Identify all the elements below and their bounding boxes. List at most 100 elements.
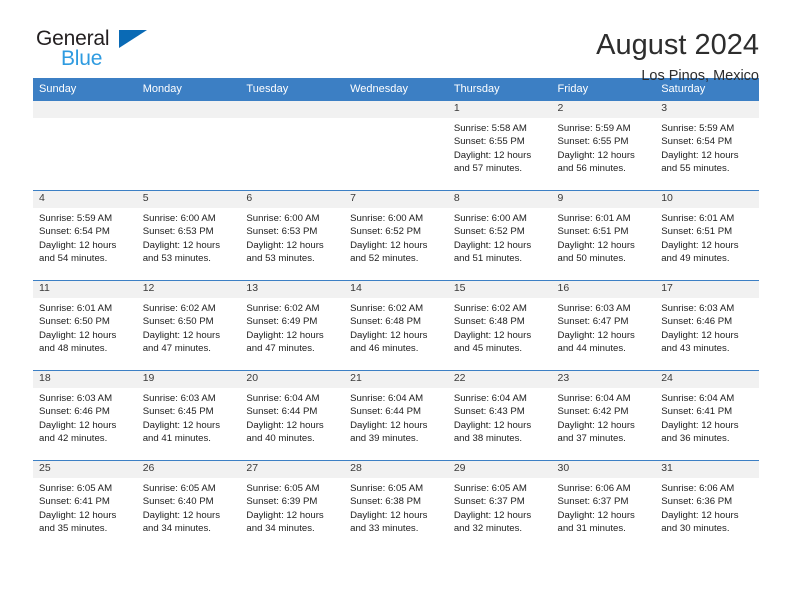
day-cell[interactable]: 10 Sunrise: 6:01 AM Sunset: 6:51 PM Dayl… (655, 190, 759, 281)
day-cell[interactable]: 25 Sunrise: 6:05 AM Sunset: 6:41 PM Dayl… (33, 460, 137, 550)
daylight-text-line1: Daylight: 12 hours (246, 509, 324, 521)
day-cell[interactable]: 6 Sunrise: 6:00 AM Sunset: 6:53 PM Dayli… (240, 190, 345, 281)
day-number: 10 (655, 191, 759, 208)
day-cell[interactable]: 14 Sunrise: 6:02 AM Sunset: 6:48 PM Dayl… (344, 280, 448, 371)
sunset-text: Sunset: 6:52 PM (350, 226, 422, 238)
general-blue-logo: General Blue (33, 28, 148, 76)
sunset-text: Sunset: 6:44 PM (246, 406, 318, 418)
daylight-text-line2: and 55 minutes. (661, 163, 730, 175)
daylight-text-line1: Daylight: 12 hours (557, 419, 635, 431)
daylight-text-line1: Daylight: 12 hours (557, 239, 635, 251)
daylight-text-line2: and 54 minutes. (39, 253, 108, 265)
day-details: Sunrise: 5:59 AM Sunset: 6:55 PM Dayligh… (552, 118, 656, 176)
day-cell[interactable]: 24 Sunrise: 6:04 AM Sunset: 6:41 PM Dayl… (655, 370, 759, 461)
day-number: 21 (344, 371, 448, 388)
sunrise-text: Sunrise: 6:00 AM (453, 213, 527, 224)
day-cell[interactable]: 26 Sunrise: 6:05 AM Sunset: 6:40 PM Dayl… (136, 460, 241, 550)
day-cell[interactable]: 8 Sunrise: 6:00 AM Sunset: 6:52 PM Dayli… (447, 190, 552, 281)
daylight-text-line1: Daylight: 12 hours (350, 329, 428, 341)
day-cell[interactable]: 21 Sunrise: 6:04 AM Sunset: 6:44 PM Dayl… (344, 370, 448, 461)
day-cell[interactable]: 23 Sunrise: 6:04 AM Sunset: 6:42 PM Dayl… (551, 370, 656, 461)
daylight-text-line1: Daylight: 12 hours (39, 419, 117, 431)
day-cell[interactable]: 11 Sunrise: 6:01 AM Sunset: 6:50 PM Dayl… (33, 280, 137, 371)
day-cell[interactable]: 20 Sunrise: 6:04 AM Sunset: 6:44 PM Dayl… (240, 370, 345, 461)
daylight-text-line2: and 37 minutes. (557, 433, 626, 445)
day-number: 2 (551, 101, 656, 118)
sunrise-text: Sunrise: 6:02 AM (142, 303, 216, 314)
sunrise-text: Sunrise: 6:02 AM (246, 303, 320, 314)
daylight-text-line2: and 32 minutes. (453, 523, 523, 535)
daylight-text-line2: and 33 minutes. (350, 523, 419, 535)
sunrise-text: Sunrise: 6:01 AM (39, 303, 113, 314)
sunset-text: Sunset: 6:42 PM (557, 406, 629, 418)
day-cell[interactable]: 15 Sunrise: 6:02 AM Sunset: 6:48 PM Dayl… (447, 280, 552, 371)
day-cell[interactable]: 30 Sunrise: 6:06 AM Sunset: 6:37 PM Dayl… (551, 460, 656, 550)
sunset-text: Sunset: 6:51 PM (661, 226, 733, 238)
day-cell[interactable]: 28 Sunrise: 6:05 AM Sunset: 6:38 PM Dayl… (344, 460, 448, 550)
daylight-text-line2: and 51 minutes. (453, 253, 523, 265)
sunset-text: Sunset: 6:54 PM (661, 136, 733, 148)
sunrise-text: Sunrise: 6:02 AM (453, 303, 527, 314)
sunset-text: Sunset: 6:48 PM (350, 316, 422, 328)
sunrise-text: Sunrise: 6:05 AM (246, 483, 320, 494)
daylight-text-line2: and 50 minutes. (557, 253, 626, 265)
calendar-week-row: 18 Sunrise: 6:03 AM Sunset: 6:46 PM Dayl… (33, 370, 759, 461)
daylight-text-line2: and 53 minutes. (142, 253, 211, 265)
day-cell[interactable]: 2 Sunrise: 5:59 AM Sunset: 6:55 PM Dayli… (551, 100, 656, 191)
day-cell[interactable]: 16 Sunrise: 6:03 AM Sunset: 6:47 PM Dayl… (551, 280, 656, 371)
sunset-text: Sunset: 6:55 PM (453, 136, 525, 148)
calendar-week-row: 25 Sunrise: 6:05 AM Sunset: 6:41 PM Dayl… (33, 460, 759, 550)
day-cell[interactable]: 3 Sunrise: 5:59 AM Sunset: 6:54 PM Dayli… (655, 100, 759, 191)
sunset-text: Sunset: 6:46 PM (39, 406, 110, 418)
sunrise-text: Sunrise: 6:00 AM (350, 213, 424, 224)
day-number: 20 (240, 371, 345, 388)
day-cell[interactable]: 19 Sunrise: 6:03 AM Sunset: 6:45 PM Dayl… (136, 370, 241, 461)
day-details: Sunrise: 6:01 AM Sunset: 6:51 PM Dayligh… (655, 208, 759, 266)
daylight-text-line1: Daylight: 12 hours (661, 509, 739, 521)
daylight-text-line1: Daylight: 12 hours (246, 239, 324, 251)
day-details (137, 118, 241, 122)
day-details: Sunrise: 6:05 AM Sunset: 6:39 PM Dayligh… (240, 478, 344, 536)
day-cell[interactable]: 12 Sunrise: 6:02 AM Sunset: 6:50 PM Dayl… (136, 280, 241, 371)
day-cell[interactable]: 4 Sunrise: 5:59 AM Sunset: 6:54 PM Dayli… (33, 190, 137, 281)
daylight-text-line2: and 53 minutes. (246, 253, 315, 265)
sunset-text: Sunset: 6:53 PM (142, 226, 214, 238)
day-number: 14 (344, 281, 448, 298)
daylight-text-line1: Daylight: 12 hours (661, 149, 739, 161)
daylight-text-line1: Daylight: 12 hours (350, 419, 428, 431)
day-details: Sunrise: 6:03 AM Sunset: 6:46 PM Dayligh… (33, 388, 137, 446)
day-cell[interactable]: 7 Sunrise: 6:00 AM Sunset: 6:52 PM Dayli… (344, 190, 448, 281)
daylight-text-line2: and 52 minutes. (350, 253, 419, 265)
daylight-text-line2: and 48 minutes. (39, 343, 108, 355)
day-number: 9 (551, 191, 656, 208)
day-number: 13 (240, 281, 345, 298)
day-cell[interactable]: 5 Sunrise: 6:00 AM Sunset: 6:53 PM Dayli… (136, 190, 241, 281)
day-details: Sunrise: 5:58 AM Sunset: 6:55 PM Dayligh… (448, 118, 552, 176)
day-cell[interactable]: 29 Sunrise: 6:05 AM Sunset: 6:37 PM Dayl… (447, 460, 552, 550)
sunset-text: Sunset: 6:47 PM (557, 316, 629, 328)
day-cell[interactable]: 27 Sunrise: 6:05 AM Sunset: 6:39 PM Dayl… (240, 460, 345, 550)
day-cell[interactable]: 18 Sunrise: 6:03 AM Sunset: 6:46 PM Dayl… (33, 370, 137, 461)
day-number: 1 (447, 101, 552, 118)
day-cell[interactable]: 9 Sunrise: 6:01 AM Sunset: 6:51 PM Dayli… (551, 190, 656, 281)
sunrise-text: Sunrise: 6:05 AM (453, 483, 527, 494)
daylight-text-line2: and 46 minutes. (350, 343, 419, 355)
daylight-text-line2: and 30 minutes. (661, 523, 730, 535)
sunrise-text: Sunrise: 6:04 AM (453, 393, 527, 404)
day-cell[interactable]: 31 Sunrise: 6:06 AM Sunset: 6:36 PM Dayl… (655, 460, 759, 550)
day-cell[interactable]: 17 Sunrise: 6:03 AM Sunset: 6:46 PM Dayl… (655, 280, 759, 371)
weekday-header-monday: Monday (136, 78, 241, 101)
day-details: Sunrise: 5:59 AM Sunset: 6:54 PM Dayligh… (33, 208, 137, 266)
day-cell-empty (344, 100, 448, 191)
sunset-text: Sunset: 6:51 PM (557, 226, 629, 238)
sunset-text: Sunset: 6:41 PM (39, 496, 110, 508)
daylight-text-line2: and 34 minutes. (246, 523, 315, 535)
day-number: 30 (551, 461, 656, 478)
sunset-text: Sunset: 6:38 PM (350, 496, 422, 508)
day-cell[interactable]: 13 Sunrise: 6:02 AM Sunset: 6:49 PM Dayl… (240, 280, 345, 371)
weekday-header-thursday: Thursday (447, 78, 552, 101)
day-cell[interactable]: 22 Sunrise: 6:04 AM Sunset: 6:43 PM Dayl… (447, 370, 552, 461)
day-cell[interactable]: 1 Sunrise: 5:58 AM Sunset: 6:55 PM Dayli… (447, 100, 552, 191)
daylight-text-line1: Daylight: 12 hours (557, 149, 635, 161)
daylight-text-line2: and 39 minutes. (350, 433, 419, 445)
